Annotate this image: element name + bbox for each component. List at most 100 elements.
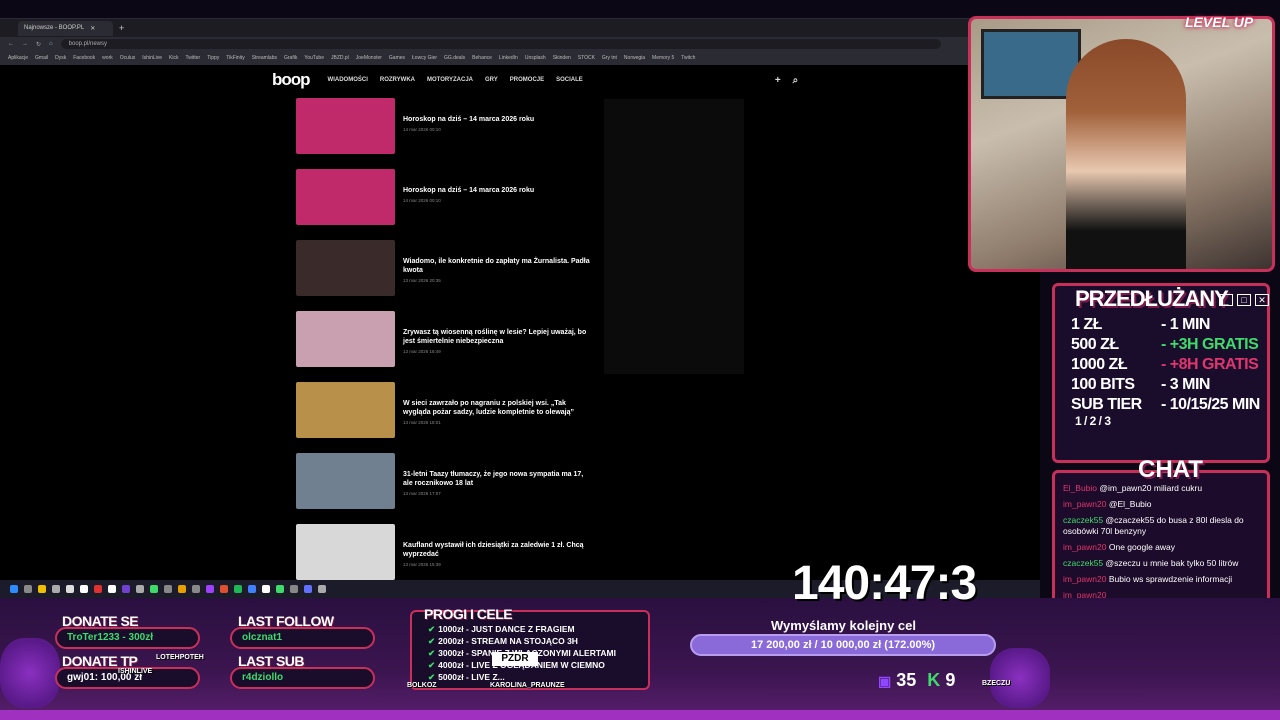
bookmark-item[interactable]: Norwegia (624, 55, 645, 61)
bookmark-item[interactable]: Tippy (207, 55, 219, 61)
bookmark-item[interactable]: Unsplash (525, 55, 546, 61)
bookmark-item[interactable]: Kick (169, 55, 178, 61)
bookmark-item[interactable]: GG.deals (444, 55, 465, 61)
bookmark-item[interactable]: Łowcy Gier (412, 55, 437, 61)
sub-tier-levels: 1 / 2 / 3 (1075, 414, 1111, 428)
bookmark-item[interactable]: Gry tnt (602, 55, 617, 61)
article-thumbnail[interactable] (296, 169, 395, 225)
rate-amount: SUB TIER (1071, 396, 1142, 413)
forward-icon[interactable]: → (22, 41, 28, 47)
plus-icon[interactable]: + (775, 75, 781, 86)
taskbar-app-icon[interactable] (108, 585, 116, 593)
taskbar-app-icon[interactable] (304, 585, 312, 593)
bookmark-item[interactable]: YouTube (304, 55, 324, 61)
bookmark-item[interactable]: Aplikacje (8, 55, 28, 61)
taskbar-app-icon[interactable] (150, 585, 158, 593)
article-title[interactable]: W sieci zawrzało po nagraniu z polskiej … (403, 399, 593, 417)
browser-tab[interactable]: Najnowsze - BOOP.PL ✕ (18, 20, 113, 36)
bookmark-item[interactable]: STOCK (578, 55, 595, 61)
back-icon[interactable]: ← (8, 41, 14, 47)
taskbar-app-icon[interactable] (164, 585, 172, 593)
taskbar-app-icon[interactable] (192, 585, 200, 593)
article-item[interactable]: Horoskop na dziś – 14 marca 2026 roku 14 … (296, 169, 596, 240)
taskbar-app-icon[interactable] (38, 585, 46, 593)
nav-item[interactable]: ROZRYWKA (380, 77, 415, 83)
last-follow-value: olcznat1 (230, 627, 375, 649)
article-item[interactable]: Horoskop na dziś – 14 marca 2026 roku 14 … (296, 98, 596, 169)
article-item[interactable]: 31-letni Taazy tłumaczy, że jego nowa sy… (296, 453, 596, 524)
taskbar-app-icon[interactable] (290, 585, 298, 593)
taskbar-app-icon[interactable] (94, 585, 102, 593)
bookmark-item[interactable]: JBZD.pl (331, 55, 349, 61)
bookmark-item[interactable]: work (102, 55, 113, 61)
bookmark-item[interactable]: Streamlabs (252, 55, 277, 61)
bookmark-item[interactable]: Twitter (185, 55, 200, 61)
chat-message: im_pawn20 One google away (1063, 542, 1261, 553)
rate-row: 100 BITS - 3 MIN (1071, 376, 1210, 394)
search-icon[interactable]: ⌕ (793, 75, 799, 86)
article-thumbnail[interactable] (296, 311, 395, 367)
bookmark-item[interactable]: Oculus (120, 55, 136, 61)
rate-reward: - +3H GRATIS (1161, 336, 1259, 353)
boop-logo[interactable]: boop (272, 70, 311, 90)
bookmark-item[interactable]: Twitch (681, 55, 695, 61)
home-icon[interactable]: ⌂ (49, 41, 53, 47)
taskbar-app-icon[interactable] (122, 585, 130, 593)
taskbar-app-icon[interactable] (220, 585, 228, 593)
bookmark-item[interactable]: Games (389, 55, 405, 61)
article-thumbnail[interactable] (296, 98, 395, 154)
taskbar-app-icon[interactable] (24, 585, 32, 593)
taskbar-app-icon[interactable] (10, 585, 18, 593)
bookmark-item[interactable]: Grafik (284, 55, 297, 61)
bookmark-item[interactable]: JoeMonster (356, 55, 382, 61)
taskbar-app-icon[interactable] (80, 585, 88, 593)
article-item[interactable]: Wiadomo, ile konkretnie do zapłaty ma Żu… (296, 240, 596, 311)
nav-item[interactable]: GRY (485, 77, 498, 83)
taskbar-app-icon[interactable] (234, 585, 242, 593)
nav-item[interactable]: MOTORYZACJA (427, 77, 473, 83)
bookmark-item[interactable]: Facebook (73, 55, 95, 61)
article-date: 14 mar 2026 00:10 (403, 198, 441, 203)
article-title[interactable]: Wiadomo, ile konkretnie do zapłaty ma Żu… (403, 257, 593, 275)
bookmark-item[interactable]: LinkedIn (499, 55, 518, 61)
close-tab-icon[interactable]: ✕ (90, 25, 95, 32)
chat-text: @El_Bubio (1108, 499, 1152, 509)
bookmark-item[interactable]: Memory 5 (652, 55, 674, 61)
reload-icon[interactable]: ↻ (36, 41, 41, 48)
article-thumbnail[interactable] (296, 524, 395, 580)
check-icon: ✔ (428, 660, 436, 670)
article-title[interactable]: Zrywasz tą wiosenną roślinę w lesie? Lep… (403, 328, 593, 346)
article-thumbnail[interactable] (296, 382, 395, 438)
bookmark-item[interactable]: TikFinity (226, 55, 244, 61)
article-item[interactable]: W sieci zawrzało po nagraniu z polskiej … (296, 382, 596, 453)
tab-bar: Najnowsze - BOOP.PL ✕ + (0, 19, 1040, 37)
bookmark-item[interactable]: Behance (472, 55, 492, 61)
nav-item[interactable]: WIADOMOŚCI (328, 77, 368, 83)
new-tab-icon[interactable]: + (119, 23, 124, 33)
article-item[interactable]: Zrywasz tą wiosenną roślinę w lesie? Lep… (296, 311, 596, 382)
taskbar-app-icon[interactable] (66, 585, 74, 593)
taskbar-app-icon[interactable] (262, 585, 270, 593)
nav-item[interactable]: SOCIALE (556, 77, 583, 83)
taskbar-app-icon[interactable] (318, 585, 326, 593)
article-thumbnail[interactable] (296, 453, 395, 509)
article-thumbnail[interactable] (296, 240, 395, 296)
bookmark-item[interactable]: Skinden (553, 55, 571, 61)
taskbar-app-icon[interactable] (136, 585, 144, 593)
article-title[interactable]: Horoskop na dziś – 14 marca 2026 roku (403, 186, 593, 195)
taskbar-app-icon[interactable] (248, 585, 256, 593)
taskbar-app-icon[interactable] (206, 585, 214, 593)
bookmark-item[interactable]: Dysk (55, 55, 66, 61)
url-input[interactable]: boop.pl/newsy (60, 39, 941, 49)
bookmark-item[interactable]: Gmail (35, 55, 48, 61)
nav-item[interactable]: PROMOCJE (510, 77, 544, 83)
check-icon: ✔ (428, 648, 436, 658)
article-title[interactable]: Kaufland wystawił ich dziesiątki za zale… (403, 541, 593, 559)
taskbar-app-icon[interactable] (276, 585, 284, 593)
taskbar-app-icon[interactable] (178, 585, 186, 593)
article-title[interactable]: Horoskop na dziś – 14 marca 2026 roku (403, 115, 593, 124)
chat-message: czaczek55 @szeczu u mnie bak tylko 50 li… (1063, 558, 1261, 569)
article-title[interactable]: 31-letni Taazy tłumaczy, że jego nowa sy… (403, 470, 593, 488)
taskbar-app-icon[interactable] (52, 585, 60, 593)
bookmark-item[interactable]: IshinLive (142, 55, 162, 61)
